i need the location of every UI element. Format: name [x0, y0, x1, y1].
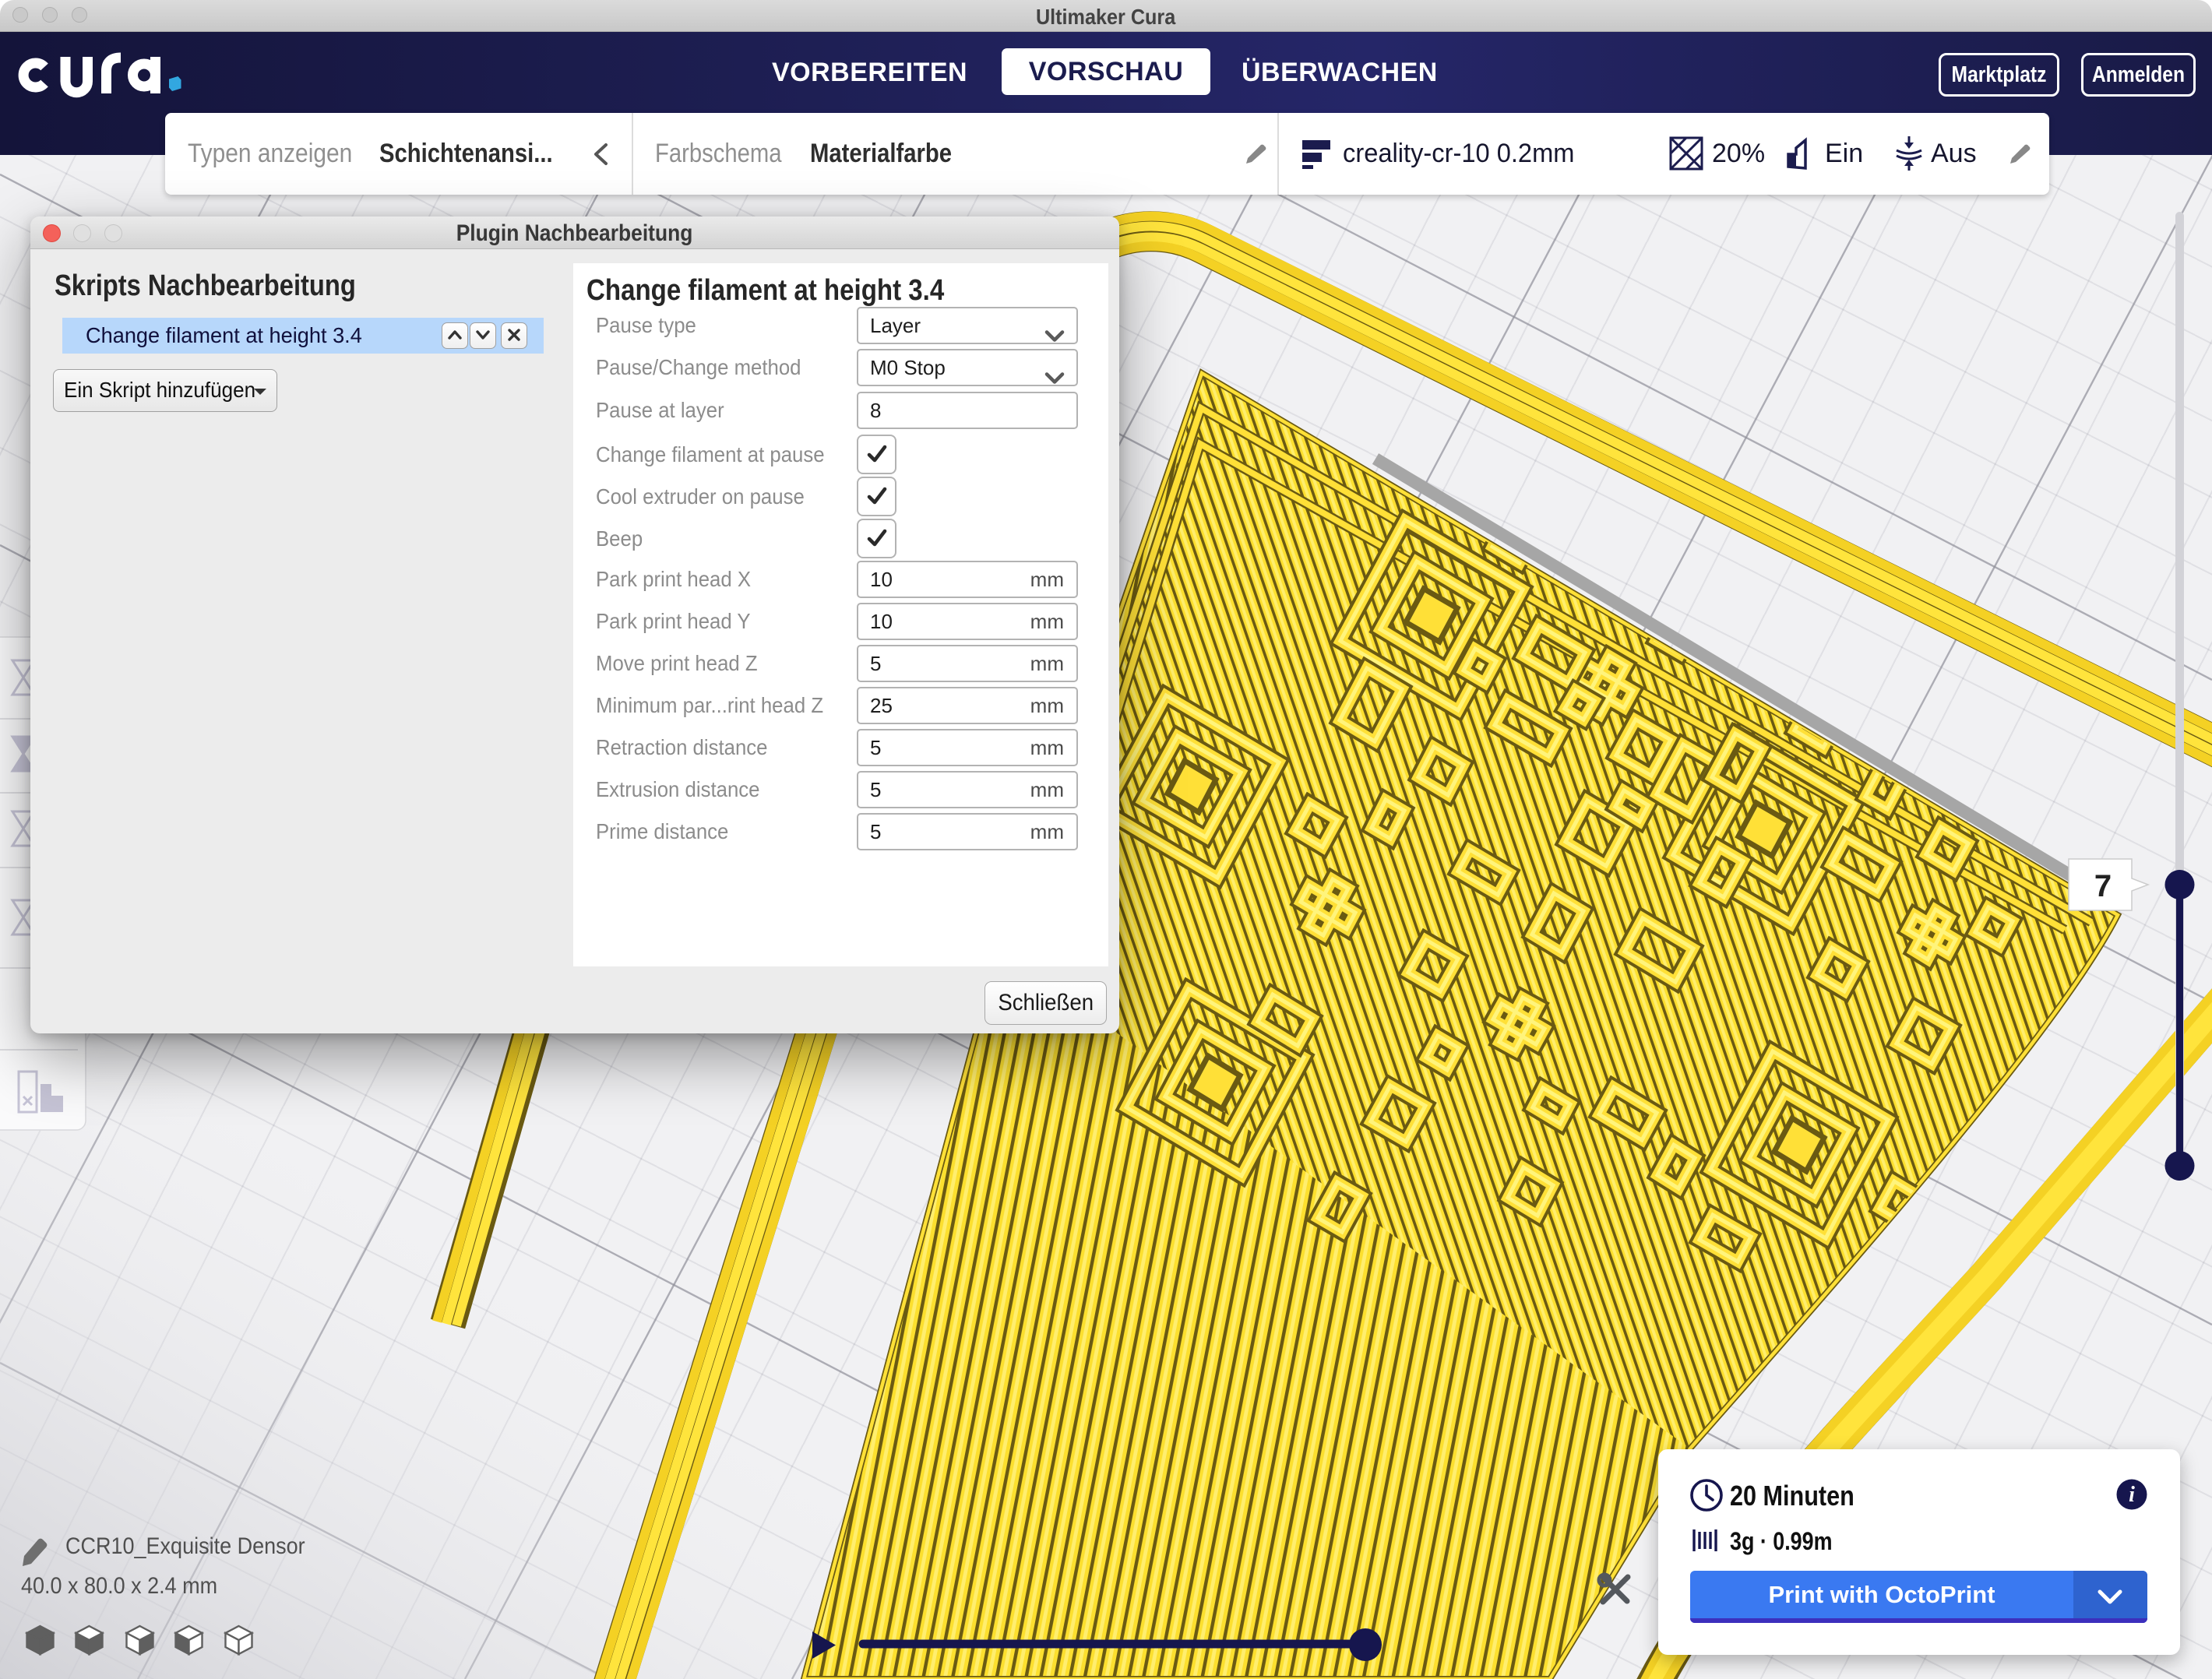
- svg-text:i: i: [2129, 1483, 2135, 1507]
- svg-text:7: 7: [2094, 869, 2112, 903]
